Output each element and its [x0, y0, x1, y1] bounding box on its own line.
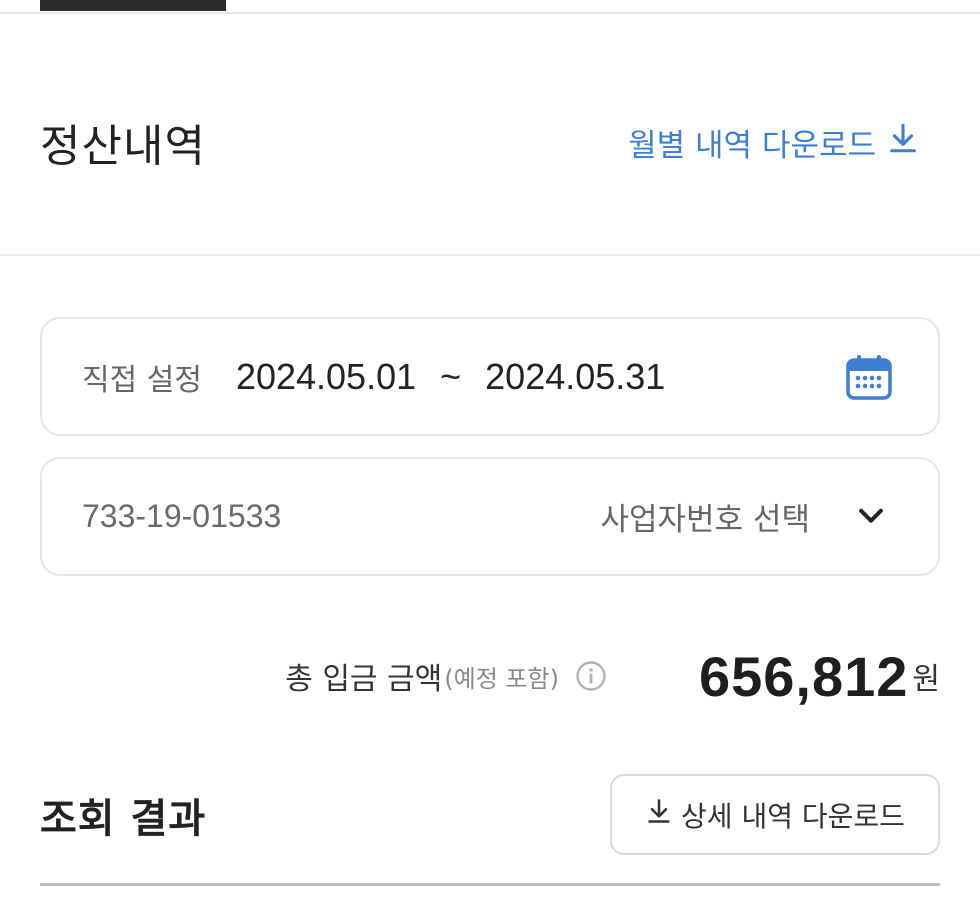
total-amount: 656,812 — [698, 644, 909, 708]
business-number: 733-19-01533 — [82, 498, 282, 534]
results-divider — [40, 883, 940, 886]
total-label: 총 입금 금액 — [285, 662, 443, 697]
total-unit: 원 — [912, 662, 940, 697]
active-tab-indicator — [40, 0, 226, 11]
download-icon — [886, 121, 920, 163]
business-number-select[interactable]: 733-19-01533 사업자번호 선택 — [40, 457, 940, 576]
page-title: 정산내역 — [40, 121, 206, 172]
monthly-download-label: 월별 내역 다운로드 — [628, 127, 876, 164]
chevron-down-icon — [854, 498, 888, 536]
page-header: 정산내역 월별 내역 다운로드 — [40, 100, 940, 184]
business-select-trigger[interactable]: 사업자번호 선택 — [601, 494, 889, 539]
date-mode-label: 직접 설정 — [82, 362, 202, 398]
detail-download-button[interactable]: 상세 내역 다운로드 — [610, 774, 940, 855]
top-divider — [0, 12, 980, 14]
detail-download-label: 상세 내역 다운로드 — [681, 799, 905, 833]
info-icon[interactable] — [575, 660, 607, 692]
business-select-label: 사업자번호 선택 — [600, 502, 811, 538]
download-icon — [645, 797, 673, 832]
settlement-page: 정산내역 월별 내역 다운로드 직접 설정 2024.05.01 ~ 2024.… — [0, 0, 980, 916]
total-sublabel: (예정 포함) — [444, 664, 559, 693]
results-title: 조회 결과 — [40, 795, 207, 842]
end-date: 2024.05.31 — [485, 355, 666, 397]
date-range: 2024.05.01 ~ 2024.05.31 — [236, 356, 665, 398]
section-divider — [0, 254, 980, 256]
total-deposit-row: 총 입금 금액 (예정 포함) 656,812 원 — [40, 636, 940, 716]
date-range-field[interactable]: 직접 설정 2024.05.01 ~ 2024.05.31 — [40, 317, 940, 436]
start-date: 2024.05.01 — [235, 355, 417, 397]
results-header: 조회 결과 상세 내역 다운로드 — [40, 774, 940, 855]
date-separator: ~ — [440, 355, 462, 397]
monthly-download-link[interactable]: 월별 내역 다운로드 — [628, 120, 940, 165]
calendar-icon[interactable] — [844, 352, 894, 402]
